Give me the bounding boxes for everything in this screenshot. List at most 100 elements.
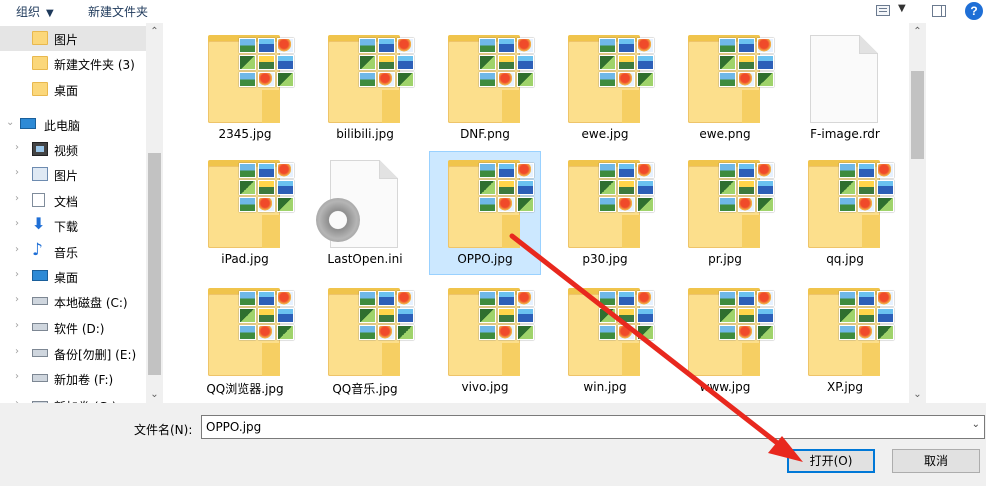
nav-item[interactable]: ⌄ 此电脑 xyxy=(0,112,146,137)
open-button[interactable]: 打开(O) xyxy=(787,449,875,473)
file-tile[interactable]: vivo.jpg xyxy=(430,280,542,403)
settings-file-icon xyxy=(311,160,404,248)
scroll-down-icon[interactable]: ⌄ xyxy=(146,389,163,400)
nav-item[interactable]: ›新加卷 (G:) xyxy=(0,393,146,403)
chevron-right-icon[interactable]: › xyxy=(15,218,19,229)
file-tile[interactable]: iPad.jpg xyxy=(190,152,302,276)
image-file-icon xyxy=(688,160,774,248)
file-tile[interactable]: p30.jpg xyxy=(550,152,662,276)
file-name-label: DNF.png xyxy=(460,127,510,141)
chevron-right-icon[interactable]: › xyxy=(15,294,19,305)
file-name-label: ewe.png xyxy=(699,127,751,141)
nav-item[interactable]: 新建文件夹 (3) xyxy=(0,51,146,76)
file-tile[interactable]: qq.jpg xyxy=(790,152,902,276)
nav-item[interactable]: › ⬇ 下载 xyxy=(0,213,146,238)
file-tile[interactable]: www.jpg xyxy=(670,280,782,403)
file-tile[interactable]: ewe.jpg xyxy=(550,27,662,151)
chevron-right-icon[interactable]: › xyxy=(15,320,19,331)
nav-item-label: 图片 xyxy=(54,169,79,183)
chevron-down-icon[interactable]: ⌄ xyxy=(6,117,14,128)
file-tile[interactable]: LastOpen.ini xyxy=(310,152,422,276)
filename-input[interactable]: OPPO.jpg ⌄ xyxy=(201,415,985,439)
file-tile[interactable]: F-image.rdr xyxy=(790,27,902,151)
image-file-icon xyxy=(448,35,534,123)
chevron-right-icon[interactable]: › xyxy=(15,142,19,153)
file-name-label: QQ音乐.jpg xyxy=(332,382,398,396)
nav-item[interactable]: › 新加卷 (F:) xyxy=(0,366,146,391)
image-file-icon xyxy=(448,288,534,376)
nav-item[interactable]: › 桌面 xyxy=(0,264,146,289)
chevron-right-icon[interactable]: › xyxy=(15,269,19,280)
dialog-footer: 文件名(N): OPPO.jpg ⌄ 打开(O) 取消 xyxy=(0,403,986,486)
image-file-icon xyxy=(208,160,294,248)
filename-value: OPPO.jpg xyxy=(206,420,262,434)
music-icon: ♪ xyxy=(32,240,43,260)
cancel-button[interactable]: 取消 xyxy=(892,449,980,473)
nav-item-label: 音乐 xyxy=(54,246,79,260)
file-tile[interactable]: win.jpg xyxy=(550,280,662,403)
chevron-right-icon[interactable]: › xyxy=(15,244,19,255)
new-folder-button[interactable]: 新建文件夹 xyxy=(88,3,148,20)
file-name-label: F-image.rdr xyxy=(810,127,880,141)
chevron-right-icon[interactable]: › xyxy=(15,346,19,357)
nav-item-label: 文档 xyxy=(54,195,79,209)
document-icon xyxy=(32,193,45,207)
file-name-label: win.jpg xyxy=(583,380,627,394)
file-name-label: pr.jpg xyxy=(708,252,742,266)
nav-item-label: 软件 (D:) xyxy=(54,322,105,336)
nav-item[interactable]: 图片 xyxy=(0,26,146,51)
nav-item[interactable]: › 视频 xyxy=(0,137,146,162)
image-file-icon xyxy=(208,35,294,123)
nav-item[interactable]: › 软件 (D:) xyxy=(0,315,146,340)
file-tile[interactable]: OPPO.jpg xyxy=(429,151,541,275)
nav-scrollbar[interactable]: ⌃ ⌄ xyxy=(146,23,163,403)
scroll-up-icon[interactable]: ⌃ xyxy=(146,26,163,37)
nav-item[interactable]: › 备份[勿删] (E:) xyxy=(0,341,146,366)
image-file-icon xyxy=(688,35,774,123)
nav-item[interactable]: › 本地磁盘 (C:) xyxy=(0,289,146,314)
image-file-icon xyxy=(568,288,654,376)
scroll-up-icon[interactable]: ⌃ xyxy=(909,26,926,37)
nav-scroll-thumb[interactable] xyxy=(148,153,161,375)
drive-icon xyxy=(32,297,48,305)
scroll-down-icon[interactable]: ⌄ xyxy=(909,389,926,400)
chevron-right-icon[interactable]: › xyxy=(15,371,19,382)
image-file-icon xyxy=(328,35,414,123)
nav-item-label: 视频 xyxy=(54,144,79,158)
organize-menu[interactable]: 组织 ▼ xyxy=(16,3,54,20)
filename-label: 文件名(N): xyxy=(134,423,193,437)
video-icon xyxy=(32,142,48,156)
help-icon[interactable]: ? xyxy=(965,2,983,20)
chevron-right-icon[interactable]: › xyxy=(15,167,19,178)
preview-pane-button[interactable] xyxy=(928,2,948,20)
nav-item[interactable]: 桌面 xyxy=(0,77,146,102)
nav-item[interactable]: › 图片 xyxy=(0,162,146,187)
file-name-label: bilibili.jpg xyxy=(336,127,394,141)
file-tile[interactable]: pr.jpg xyxy=(670,152,782,276)
chevron-right-icon[interactable]: › xyxy=(15,193,19,204)
file-tile[interactable]: DNF.png xyxy=(430,27,542,151)
file-name-label: OPPO.jpg xyxy=(457,252,513,266)
file-tile[interactable]: bilibili.jpg xyxy=(310,27,422,151)
image-file-icon xyxy=(808,160,894,248)
file-tile[interactable]: 2345.jpg xyxy=(190,27,302,151)
image-file-icon xyxy=(808,288,894,376)
image-file-icon xyxy=(568,35,654,123)
file-name-label: 2345.jpg xyxy=(218,127,272,141)
change-view-button[interactable]: ▼ xyxy=(874,2,908,20)
desktop-icon xyxy=(32,270,48,281)
file-tile[interactable]: ewe.png xyxy=(670,27,782,151)
chevron-down-icon[interactable]: ⌄ xyxy=(972,419,980,430)
file-scrollbar[interactable]: ⌃ ⌄ xyxy=(909,23,926,403)
nav-item[interactable]: › ♪ 音乐 xyxy=(0,239,146,264)
view-icon xyxy=(876,5,890,16)
file-scroll-thumb[interactable] xyxy=(911,71,924,159)
file-tile[interactable]: QQ音乐.jpg xyxy=(310,280,422,403)
nav-item[interactable]: › 文档 xyxy=(0,188,146,213)
folder-icon xyxy=(32,31,48,45)
file-name-label: www.jpg xyxy=(699,380,751,394)
file-tile[interactable]: XP.jpg xyxy=(790,280,902,403)
nav-item-label: 新建文件夹 (3) xyxy=(54,58,135,72)
file-tile[interactable]: QQ浏览器.jpg xyxy=(190,280,302,403)
nav-item-label: 本地磁盘 (C:) xyxy=(54,296,128,310)
